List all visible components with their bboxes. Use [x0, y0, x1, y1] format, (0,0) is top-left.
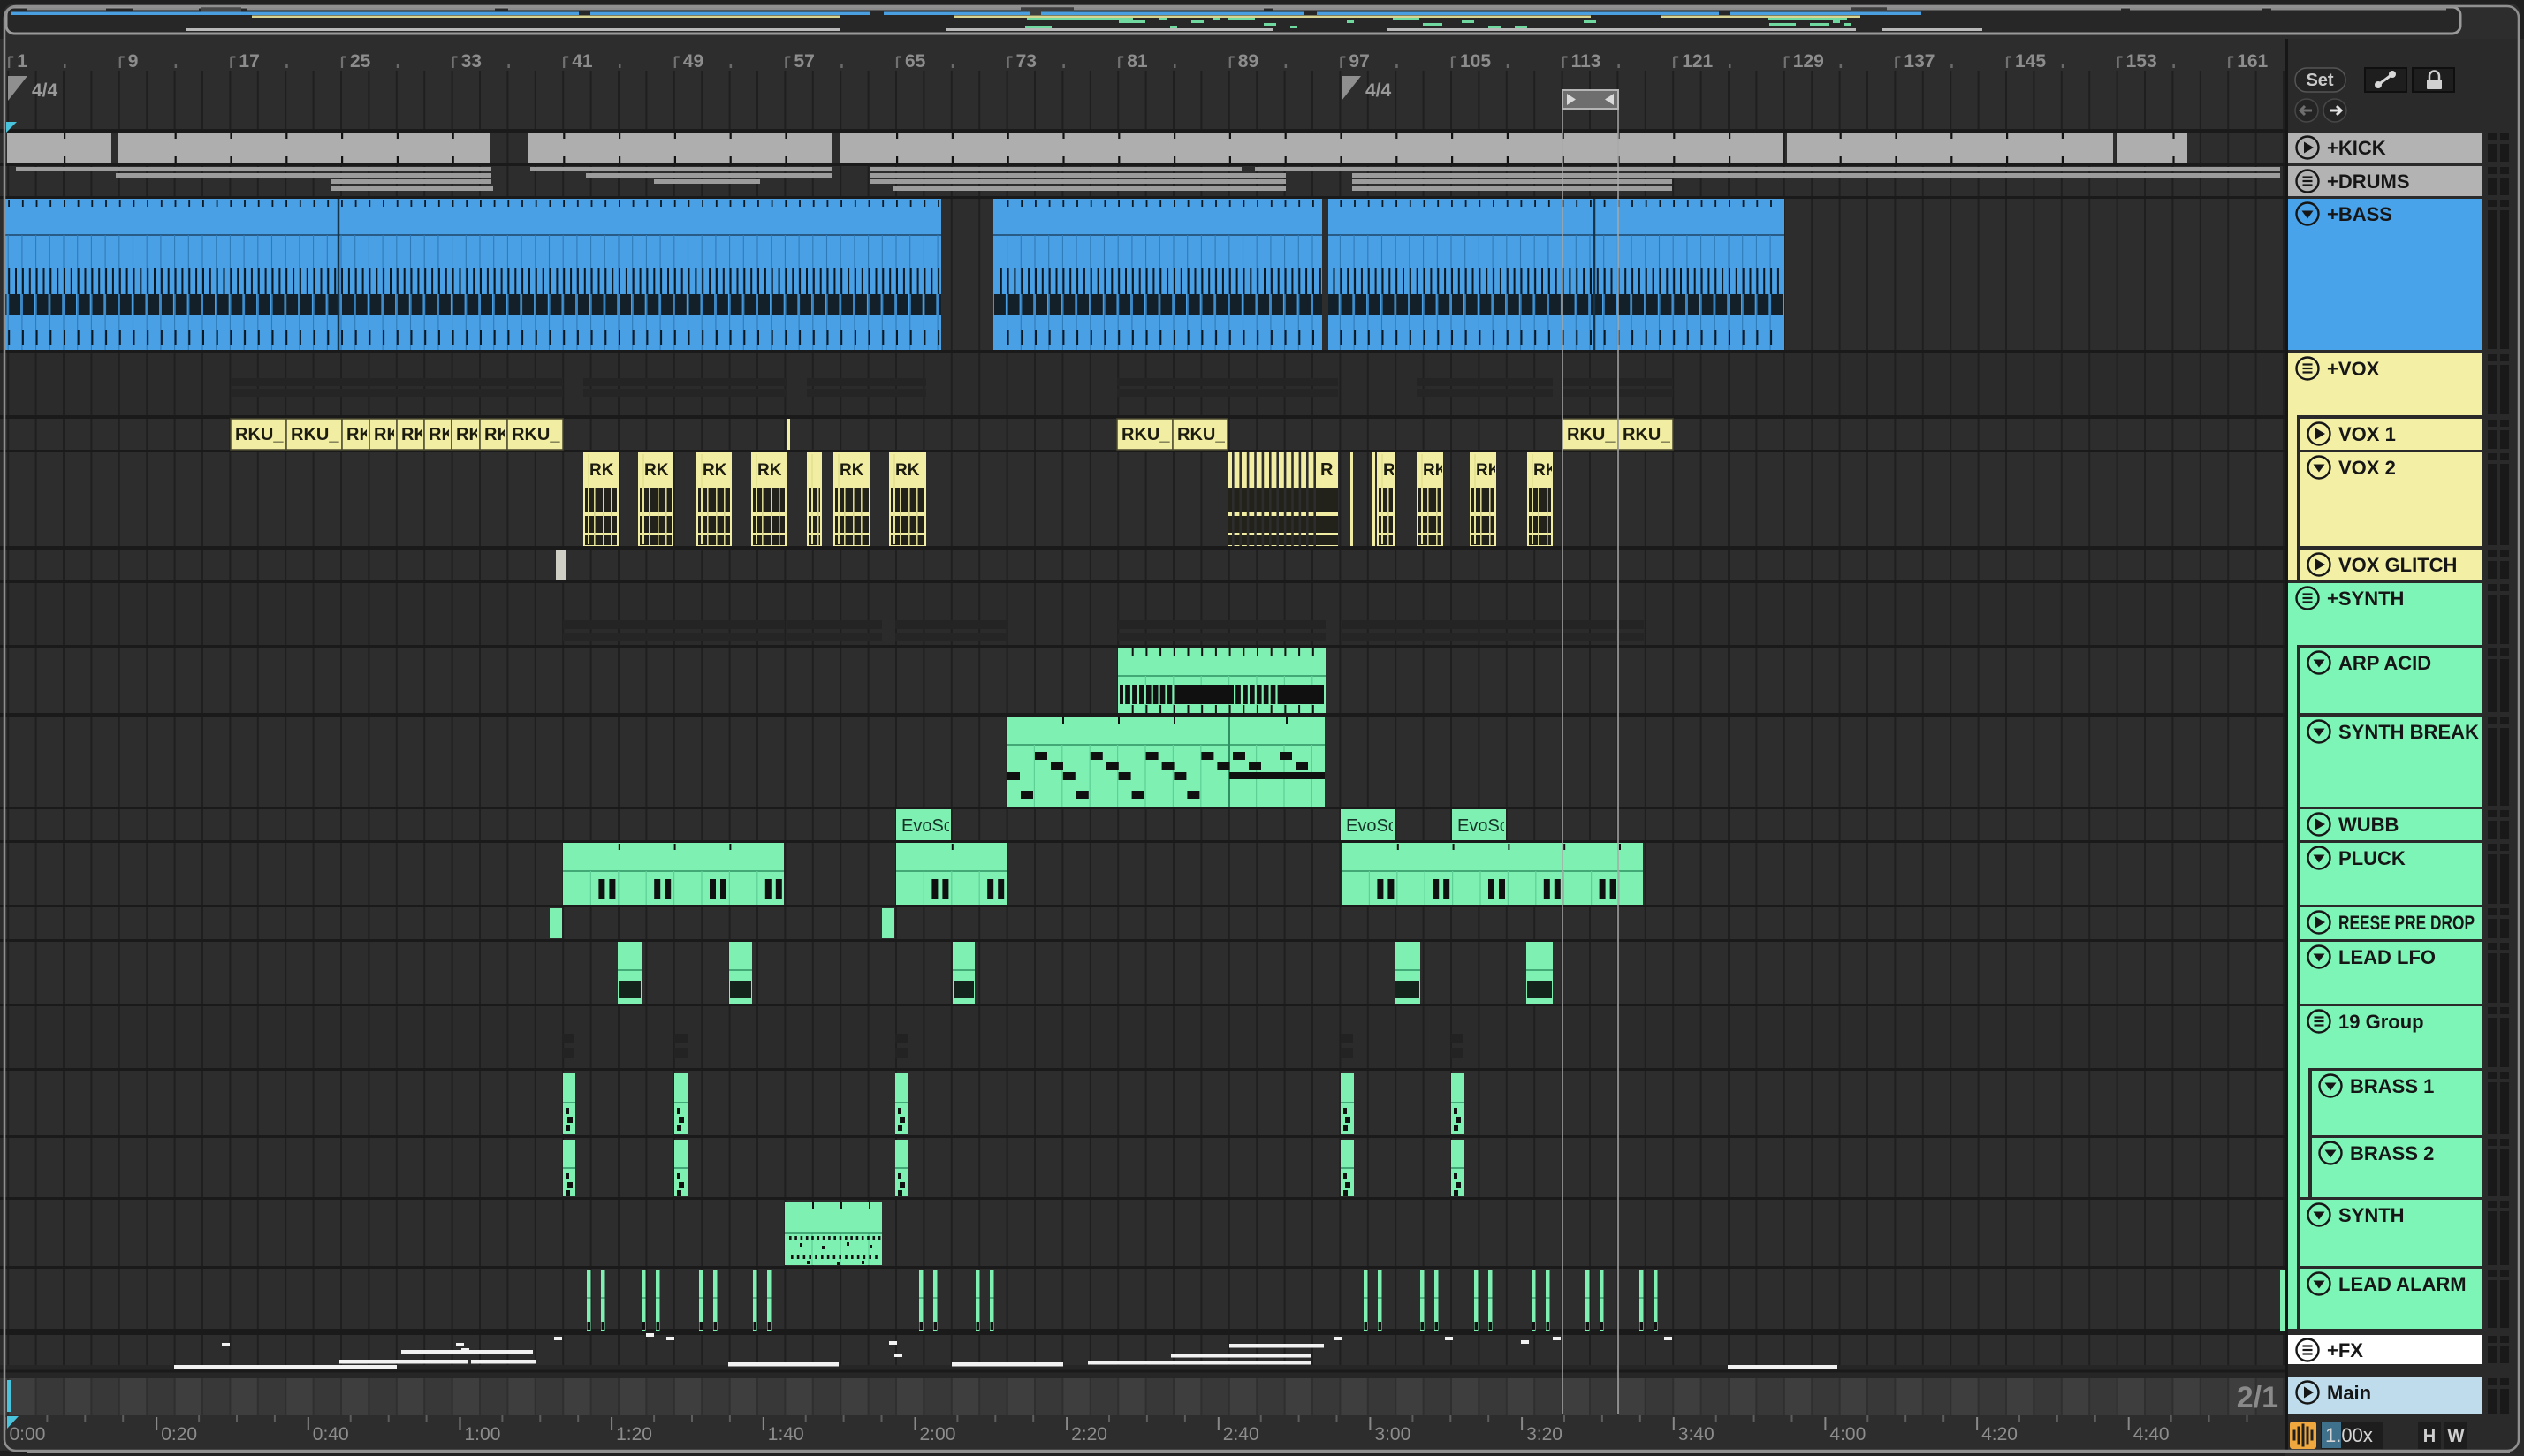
svg-text:R: R [1383, 461, 1395, 480]
svg-text:RK: RK [895, 461, 920, 480]
svg-text:W: W [2448, 1427, 2465, 1446]
svg-text:EvoSo: EvoSo [901, 816, 954, 836]
svg-text:1:00: 1:00 [465, 1424, 501, 1445]
svg-text:113: 113 [1571, 51, 1601, 72]
svg-text:4:40: 4:40 [2133, 1424, 2170, 1445]
svg-text:97: 97 [1349, 51, 1369, 72]
svg-text:+SYNTH: +SYNTH [2327, 588, 2404, 610]
svg-text:3:20: 3:20 [1526, 1424, 1562, 1445]
svg-text:89: 89 [1238, 51, 1258, 72]
svg-text:BRASS 1: BRASS 1 [2350, 1075, 2434, 1097]
svg-text:PLUCK: PLUCK [2338, 847, 2406, 869]
svg-text:33: 33 [461, 51, 482, 72]
svg-text:SYNTH BREAK: SYNTH BREAK [2338, 721, 2479, 743]
svg-text:+KICK: +KICK [2327, 137, 2386, 159]
svg-text:LEAD LFO: LEAD LFO [2338, 946, 2436, 968]
svg-text:1:40: 1:40 [768, 1424, 804, 1445]
svg-text:VOX GLITCH: VOX GLITCH [2338, 554, 2457, 576]
svg-text:4:20: 4:20 [1981, 1424, 2018, 1445]
svg-text:RK: RK [840, 461, 864, 480]
svg-text:EvoSo: EvoSo [1346, 816, 1398, 836]
svg-text:RKU_I: RKU_I [512, 425, 565, 444]
svg-text:RKU_I: RKU_I [235, 425, 288, 444]
svg-text:Set: Set [2306, 71, 2333, 90]
svg-text:49: 49 [683, 51, 703, 72]
svg-text:81: 81 [1127, 51, 1148, 72]
svg-text:2:40: 2:40 [1223, 1424, 1259, 1445]
svg-text:1:20: 1:20 [616, 1424, 652, 1445]
svg-text:SYNTH: SYNTH [2338, 1204, 2405, 1226]
svg-text:3:00: 3:00 [1374, 1424, 1410, 1445]
svg-text:RK: RK [644, 461, 669, 480]
svg-text:25: 25 [350, 51, 371, 72]
svg-text:0:20: 0:20 [161, 1424, 197, 1445]
svg-text:VOX 2: VOX 2 [2338, 457, 2396, 479]
svg-text:153: 153 [2126, 51, 2157, 72]
svg-text:+FX: +FX [2327, 1339, 2363, 1361]
svg-text:R: R [1320, 460, 1334, 480]
svg-text:0:00: 0:00 [10, 1424, 46, 1445]
svg-text:2:00: 2:00 [920, 1424, 956, 1445]
svg-text:4/4: 4/4 [32, 80, 58, 101]
svg-text:BRASS 2: BRASS 2 [2350, 1142, 2434, 1164]
svg-text:145: 145 [2015, 51, 2046, 72]
svg-text:Main: Main [2327, 1382, 2371, 1404]
svg-text:65: 65 [905, 51, 926, 72]
svg-text:41: 41 [572, 51, 593, 72]
svg-text:1: 1 [17, 51, 27, 72]
svg-text:2:20: 2:20 [1071, 1424, 1107, 1445]
svg-text:17: 17 [239, 51, 259, 72]
svg-text:H: H [2423, 1427, 2436, 1446]
svg-text:RKU_I: RKU_I [291, 425, 344, 444]
svg-text:0:40: 0:40 [313, 1424, 349, 1445]
svg-text:73: 73 [1016, 51, 1037, 72]
svg-text:WUBB: WUBB [2338, 814, 2399, 836]
svg-text:+VOX: +VOX [2327, 358, 2380, 380]
svg-text:161: 161 [2237, 51, 2268, 72]
svg-text:LEAD ALARM: LEAD ALARM [2338, 1273, 2467, 1295]
svg-text:REESE PRE DROP: REESE PRE DROP [2338, 912, 2475, 934]
svg-text:19 Group: 19 Group [2338, 1011, 2424, 1033]
svg-text:2/1: 2/1 [2237, 1381, 2278, 1414]
svg-text:RKU_I: RKU_I [1623, 425, 1676, 444]
svg-text:+BASS: +BASS [2327, 203, 2392, 225]
svg-text:ARP ACID: ARP ACID [2338, 652, 2431, 674]
svg-text:VOX 1: VOX 1 [2338, 423, 2396, 445]
svg-text:9: 9 [128, 51, 139, 72]
svg-text:57: 57 [794, 51, 814, 72]
svg-text:105: 105 [1460, 51, 1491, 72]
svg-text:4:00: 4:00 [1829, 1424, 1866, 1445]
svg-text:RKU_I: RKU_I [1121, 425, 1175, 444]
svg-text:+DRUMS: +DRUMS [2327, 171, 2410, 193]
svg-text:121: 121 [1682, 51, 1713, 72]
svg-text:RK: RK [703, 461, 727, 480]
svg-text:4/4: 4/4 [1365, 80, 1392, 101]
svg-text:129: 129 [1793, 51, 1824, 72]
svg-text:EvoSo: EvoSo [1457, 816, 1509, 836]
svg-text:137: 137 [1904, 51, 1935, 72]
svg-text:RK: RK [589, 461, 614, 480]
svg-text:3:40: 3:40 [1678, 1424, 1714, 1445]
svg-text:RK: RK [757, 461, 782, 480]
svg-text:1.00x: 1.00x [2325, 1424, 2373, 1446]
